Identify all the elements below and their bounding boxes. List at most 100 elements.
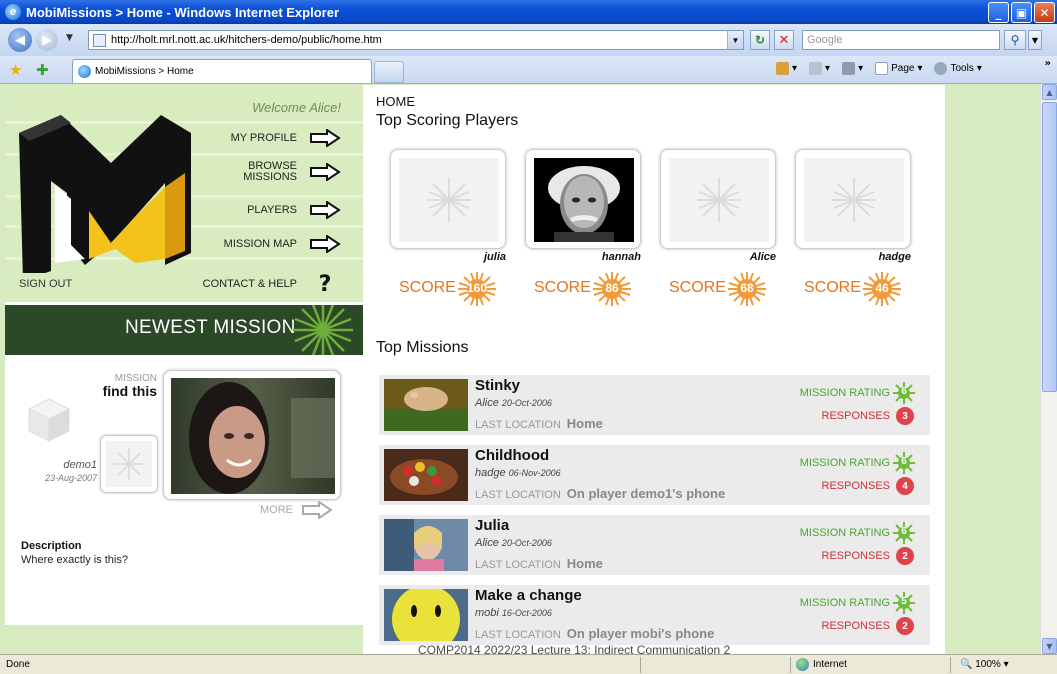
window-controls: _ ▣ ✕	[988, 2, 1055, 23]
mission-row[interactable]: Stinky Alice 20-Oct-2006 LAST LOCATION Ho…	[379, 375, 930, 435]
score-label: SCORE	[534, 279, 591, 296]
feeds-button[interactable]: ▾	[809, 62, 830, 75]
nav-players[interactable]: PLAYERS	[247, 201, 341, 219]
player-card[interactable]	[660, 149, 776, 249]
rating-label: MISSION RATING	[799, 527, 890, 539]
nav-label: CONTACT & HELP	[202, 278, 297, 290]
creator-avatar[interactable]	[100, 435, 158, 493]
back-button[interactable]: ◀	[8, 28, 32, 52]
status-divider	[640, 657, 641, 673]
scroll-up-icon[interactable]: ▲	[1042, 84, 1057, 100]
newest-mission-name[interactable]: find this	[65, 383, 157, 399]
scroll-down-icon[interactable]: ▼	[1042, 638, 1057, 654]
responses-count: 4	[896, 477, 914, 495]
mission-row[interactable]: Childhood hadge 06-Nov-2006 LAST LOCATIO…	[379, 445, 930, 505]
score-label: SCORE	[669, 279, 726, 296]
address-dropdown-icon[interactable]: ▼	[727, 31, 743, 49]
mission-date: 06-Nov-2006	[508, 468, 561, 478]
mission-row[interactable]: Julia Alice 20-Oct-2006 LAST LOCATION Hom…	[379, 515, 930, 575]
responses-count: 2	[896, 617, 914, 635]
more-label: MORE	[260, 504, 293, 516]
mission-title[interactable]: Make a change	[475, 587, 582, 604]
player-card[interactable]	[525, 149, 641, 249]
left-sidebar: Welcome Alice! MY PROFILE BROWSE MISSION…	[5, 85, 363, 625]
mission-title[interactable]: Julia	[475, 517, 509, 534]
command-bar: ▾ ▾ ▾ Page ▾ Tools ▾	[776, 62, 982, 75]
mission-author: Alice 20-Oct-2006	[475, 397, 552, 409]
forward-button[interactable]: ▶	[36, 29, 58, 51]
restore-button[interactable]: ▣	[1011, 2, 1032, 23]
more-commands-icon[interactable]: »	[1045, 58, 1051, 69]
ie-icon: e	[5, 4, 21, 20]
arrow-right-icon	[310, 235, 341, 253]
welcome-text: Welcome Alice!	[252, 100, 341, 115]
mission-author: hadge 06-Nov-2006	[475, 467, 561, 479]
author-name: hadge	[475, 467, 506, 479]
stop-button[interactable]: ✕	[774, 30, 794, 50]
mission-author: Alice 20-Oct-2006	[475, 537, 552, 549]
creator-name[interactable]: demo1	[15, 459, 97, 471]
player-frame	[525, 149, 641, 249]
player-name[interactable]: hannah	[516, 251, 641, 263]
mission-row[interactable]: Make a change mobi 16-Oct-2006 LAST LOCA…	[379, 585, 930, 645]
location-value: Home	[566, 556, 603, 571]
page-menu[interactable]: Page ▾	[875, 62, 922, 75]
address-input[interactable]: http://holt.mrl.nott.ac.uk/hitchers-demo…	[88, 30, 744, 50]
nav-browse-missions[interactable]: BROWSE MISSIONS	[237, 161, 341, 183]
close-button[interactable]: ✕	[1034, 2, 1055, 23]
newest-mission-header: NEWEST MISSION	[5, 305, 363, 355]
page-icon	[875, 62, 889, 75]
url-text: http://holt.mrl.nott.ac.uk/hitchers-demo…	[111, 34, 382, 46]
security-zone[interactable]: Internet	[796, 658, 847, 671]
tools-menu-label: Tools	[950, 63, 974, 74]
mission-location: LAST LOCATION Home	[475, 416, 603, 431]
nav-contact-help[interactable]: CONTACT & HELP ?	[203, 272, 341, 297]
search-icon[interactable]: ⚲	[1004, 30, 1026, 50]
mission-date: 20-Oct-2006	[501, 398, 552, 408]
mobimissions-logo[interactable]	[15, 93, 193, 273]
responses-label: RESPONSES	[821, 620, 890, 632]
mission-responses: RESPONSES 2	[822, 547, 914, 565]
search-input[interactable]: Google	[802, 30, 1000, 50]
print-button[interactable]: ▾	[842, 62, 863, 75]
rating-label: MISSION RATING	[799, 387, 890, 399]
add-favorites-icon[interactable]: ✚	[36, 61, 49, 79]
newest-mission-photo[interactable]	[163, 370, 341, 500]
history-dropdown-icon[interactable]: ▼	[66, 33, 73, 43]
ie-tab-icon	[78, 65, 91, 78]
tab-mobimissions-home[interactable]: MobiMissions > Home	[72, 59, 372, 83]
player-card[interactable]	[390, 149, 506, 249]
rating-value: 6	[901, 526, 907, 537]
vertical-scrollbar[interactable]: ▲ ▼	[1040, 84, 1057, 654]
player-name[interactable]: hadge	[786, 251, 911, 263]
favorites-star-icon[interactable]: ★	[9, 61, 22, 79]
minimize-button[interactable]: _	[988, 2, 1009, 23]
new-tab-button[interactable]	[374, 61, 404, 83]
top-players-heading: Top Scoring Players	[376, 112, 519, 129]
mission-title[interactable]: Stinky	[475, 377, 520, 394]
player-score: SCORE 160	[399, 271, 519, 307]
player-frame	[390, 149, 506, 249]
player-name[interactable]: Alice	[651, 251, 776, 263]
mission-thumbnail	[384, 379, 468, 431]
mission-location: LAST LOCATION Home	[475, 556, 603, 571]
newest-mission-title: NEWEST MISSION	[125, 317, 296, 338]
tools-menu[interactable]: Tools ▾	[934, 62, 982, 75]
scroll-thumb[interactable]	[1042, 102, 1057, 392]
refresh-button[interactable]: ↻	[750, 30, 770, 50]
sign-out-link[interactable]: SIGN OUT	[19, 278, 72, 290]
zoom-level[interactable]: 🔍 100% ▾	[960, 659, 1009, 670]
nav-my-profile[interactable]: MY PROFILE	[231, 129, 341, 147]
nav-mission-map[interactable]: MISSION MAP	[224, 235, 341, 253]
page-icon	[93, 34, 106, 47]
search-options-icon[interactable]: ▼	[1028, 30, 1042, 50]
more-link[interactable]: MORE	[260, 501, 333, 519]
player-card[interactable]	[795, 149, 911, 249]
cube-icon	[27, 398, 71, 442]
player-score: SCORE 46	[804, 271, 924, 307]
home-button[interactable]: ▾	[776, 62, 797, 75]
responses-label: RESPONSES	[821, 480, 890, 492]
player-name[interactable]: julia	[381, 251, 506, 263]
mission-title[interactable]: Childhood	[475, 447, 549, 464]
mission-thumbnail	[384, 589, 468, 641]
